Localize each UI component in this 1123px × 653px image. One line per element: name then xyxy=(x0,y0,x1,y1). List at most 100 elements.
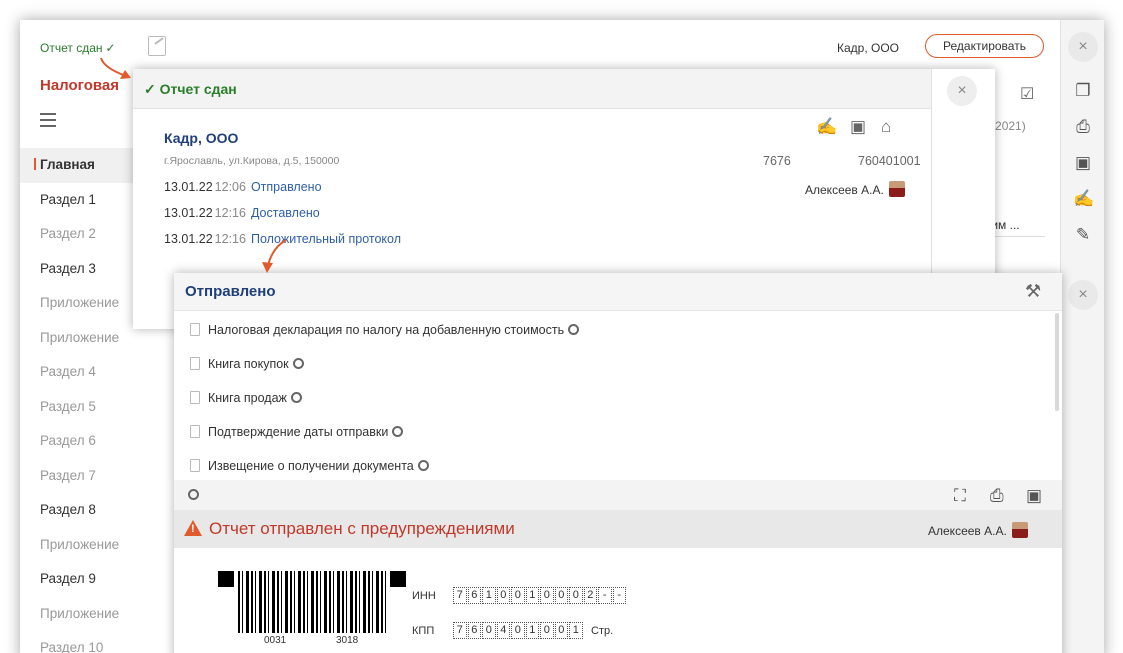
signature-rosette-icon xyxy=(417,460,429,471)
close-icon[interactable]: × xyxy=(947,76,977,106)
inn-cells: 7610010002-- xyxy=(453,587,627,604)
signature-rosette-icon xyxy=(290,392,302,403)
wrench-icon[interactable]: ⚒ xyxy=(1025,281,1041,302)
event-date: 13.01.22 xyxy=(164,206,213,220)
form-cell: 7 xyxy=(453,622,467,639)
sidebar-item[interactable]: Раздел 5 xyxy=(20,390,135,425)
responsible-person: Алексеев А.А. xyxy=(928,522,1028,538)
right-toolbar: × ❐ ⎙ ▣ ✍ ✎ × xyxy=(1060,20,1104,653)
sidebar-item[interactable]: Раздел 1 xyxy=(20,183,135,218)
file-item[interactable]: Книга продаж xyxy=(190,388,302,408)
form-cell: 2 xyxy=(583,587,597,604)
avatar xyxy=(888,181,905,197)
signature-rosette-icon xyxy=(568,324,580,335)
sidebar-item[interactable]: Раздел 2 xyxy=(20,217,135,252)
print-icon[interactable]: ⎙ xyxy=(990,486,1004,506)
status-label: Отчет сдан xyxy=(40,41,103,55)
check-icon: ✓ xyxy=(105,41,116,55)
sidebar-item[interactable]: Приложение xyxy=(20,597,135,632)
org-address: г.Ярославль, ул.Кирова, д.5, 150000 xyxy=(164,155,340,167)
save-icon[interactable]: ▣ xyxy=(1073,153,1093,173)
document-edit-icon[interactable] xyxy=(148,36,166,56)
form-cell: 0 xyxy=(540,587,554,604)
sidebar-item[interactable]: Раздел 4 xyxy=(20,355,135,390)
save-icon[interactable]: ▣ xyxy=(1026,486,1042,506)
active-marker xyxy=(34,158,36,170)
inn-label: ИНН xyxy=(412,590,436,602)
signature-rosette-icon xyxy=(392,426,404,437)
barcode-marker-right xyxy=(390,571,406,587)
sign-icon[interactable]: ✍ xyxy=(816,117,837,137)
form-cell: 0 xyxy=(496,587,510,604)
file-item[interactable]: Книга покупок xyxy=(190,354,304,374)
print-icon[interactable]: ⎙ xyxy=(1073,117,1093,137)
event-row: 13.01.22 12:16 Доставлено xyxy=(164,206,320,220)
file-item[interactable]: Подтверждение даты отправки xyxy=(190,422,404,442)
page-title: Налоговая xyxy=(40,77,119,94)
form-cell: 6 xyxy=(467,587,481,604)
file-icon xyxy=(190,425,200,438)
menu-icon[interactable] xyxy=(40,113,56,127)
form-cell: 1 xyxy=(569,622,583,639)
event-date: 13.01.22 xyxy=(164,232,213,246)
fullscreen-icon[interactable]: ⛶ xyxy=(954,486,966,506)
form-cell: 0 xyxy=(554,622,568,639)
form-cell: 0 xyxy=(482,622,496,639)
report-status[interactable]: Отчет сдан ✓ xyxy=(40,41,116,55)
sidebar: Главная Раздел 1 Раздел 2 Раздел 3 Приложени… xyxy=(20,148,135,653)
event-row: 13.01.22 12:06 Отправлено xyxy=(164,180,322,194)
sidebar-item[interactable]: Главная xyxy=(20,148,135,183)
sidebar-item[interactable]: Приложение xyxy=(20,528,135,563)
edit-icon[interactable]: ✎ xyxy=(1073,225,1093,245)
form-cell: - xyxy=(598,587,612,604)
file-icon xyxy=(190,323,200,336)
barcode-marker-left xyxy=(218,571,234,587)
responsible-person: Алексеев А.А. xyxy=(805,181,905,197)
form-cell: 1 xyxy=(525,587,539,604)
copy-icon[interactable]: ❐ xyxy=(1073,81,1093,101)
close-icon-second[interactable]: × xyxy=(1068,280,1098,310)
org-inn: 7676 xyxy=(763,154,791,168)
sidebar-item[interactable]: Раздел 8 xyxy=(20,493,135,528)
signature-icon[interactable]: ✍ xyxy=(1073,189,1094,209)
close-icon[interactable]: × xyxy=(1068,32,1098,62)
signature-rosette-icon[interactable] xyxy=(188,489,199,500)
sidebar-item[interactable]: Раздел 7 xyxy=(20,459,135,494)
file-item[interactable]: Извещение о получении документа xyxy=(190,456,429,476)
sidebar-item[interactable]: Раздел 3 xyxy=(20,252,135,287)
sidebar-item[interactable]: Приложение xyxy=(20,321,135,356)
event-link[interactable]: Отправлено xyxy=(251,180,322,194)
sent-panel-title: Отправлено xyxy=(185,283,276,300)
event-row: 13.01.22 12:16 Положительный протокол xyxy=(164,232,401,246)
kpp-label: КПП xyxy=(412,625,435,637)
form-cell: 6 xyxy=(467,622,481,639)
file-item[interactable]: Налоговая декларация по налогу на добавл… xyxy=(190,320,580,340)
barcode-bars xyxy=(238,571,388,633)
sidebar-item[interactable]: Раздел 10 xyxy=(20,631,135,653)
sidebar-item[interactable]: Приложение xyxy=(20,286,135,321)
form-cell: 0 xyxy=(554,587,568,604)
file-icon xyxy=(190,459,200,472)
file-icon xyxy=(190,391,200,404)
event-link[interactable]: Положительный протокол xyxy=(251,232,401,246)
org-name: Кадр, ООО xyxy=(837,41,900,55)
status-panel-title: ✓ Отчет сдан xyxy=(144,81,237,97)
event-link[interactable]: Доставлено xyxy=(251,206,320,220)
form-cell: - xyxy=(612,587,626,604)
barcode-number-right: 3018 xyxy=(336,635,359,646)
warning-text: Отчет отправлен с предупреждениями xyxy=(209,519,515,538)
form-cell: 0 xyxy=(540,622,554,639)
save-icon[interactable]: ▣ xyxy=(850,117,866,137)
sign-check-icon[interactable]: ☑ xyxy=(1020,84,1034,104)
file-icon xyxy=(190,357,200,370)
sidebar-item[interactable]: Раздел 6 xyxy=(20,424,135,459)
form-cell: 1 xyxy=(482,587,496,604)
event-date: 13.01.22 xyxy=(164,180,213,194)
sent-panel-header: Отправлено ⚒ xyxy=(174,273,1062,311)
sidebar-item[interactable]: Раздел 9 xyxy=(20,562,135,597)
bank-icon[interactable]: ⌂ xyxy=(881,117,891,137)
edit-button[interactable]: Редактировать xyxy=(925,34,1044,58)
document-toolbar: ⛶ ⎙ ▣ xyxy=(174,480,1062,510)
scrollbar[interactable] xyxy=(1055,313,1059,411)
form-cell: 0 xyxy=(511,587,525,604)
